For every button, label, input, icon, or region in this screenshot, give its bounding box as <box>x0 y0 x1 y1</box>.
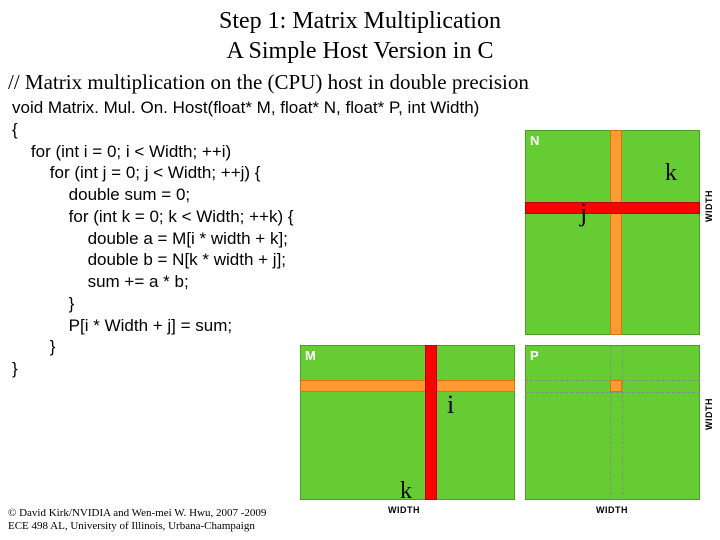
title-line2: A Simple Host Version in C <box>0 36 720 66</box>
index-k-bottom: k <box>400 478 412 505</box>
footer-copyright: © David Kirk/NVIDIA and Wen-mei W. Hwu, … <box>8 507 266 521</box>
index-i: i <box>447 390 454 420</box>
code-comment: // Matrix multiplication on the (CPU) ho… <box>0 66 720 95</box>
code-listing: void Matrix. Mul. On. Host(float* M, flo… <box>0 95 720 380</box>
width-label: WIDTH <box>596 505 628 515</box>
footer-course: ECE 498 AL, University of Illinois, Urba… <box>8 520 266 534</box>
dashed-guide <box>525 392 700 393</box>
output-cell <box>610 380 622 392</box>
width-label: WIDTH <box>388 505 420 515</box>
m-row-bar <box>300 380 515 392</box>
title-line1: Step 1: Matrix Multiplication <box>0 6 720 36</box>
width-label: WIDTH <box>704 398 714 430</box>
